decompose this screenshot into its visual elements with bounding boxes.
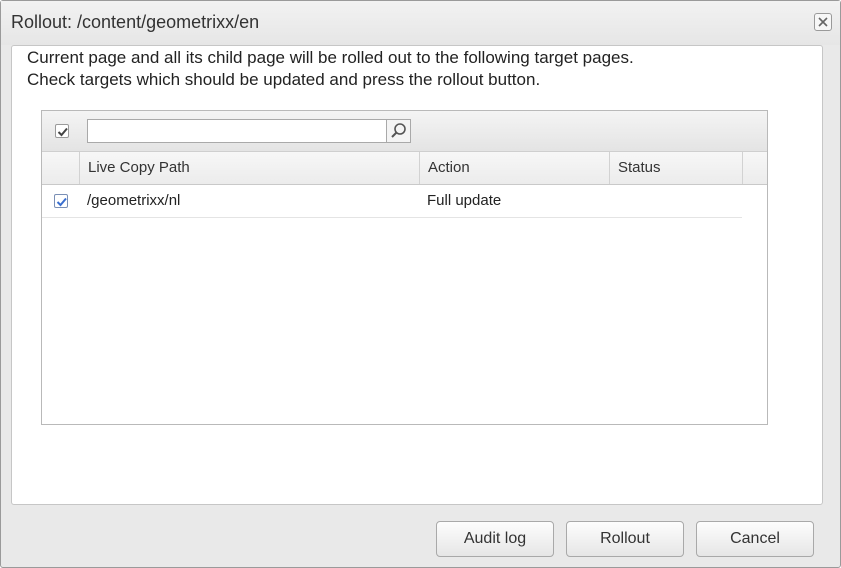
search-icon [391, 123, 406, 138]
table-row[interactable]: /geometrixx/nl Full update [42, 185, 742, 218]
dialog-titlebar[interactable]: Rollout: /content/geometrixx/en [1, 1, 840, 45]
audit-log-button[interactable]: Audit log [436, 521, 554, 557]
action-cell: Full update [427, 192, 502, 209]
column-header-live-copy-path[interactable]: Live Copy Path [79, 152, 419, 184]
search-input[interactable] [87, 119, 387, 143]
dialog-title: Rollout: /content/geometrixx/en [11, 12, 260, 32]
header-scroll-spacer [742, 152, 767, 184]
close-icon [818, 17, 828, 27]
target-pages-grid: Live Copy Path Action Status /geometrixx… [41, 110, 768, 425]
search-button[interactable] [387, 119, 411, 143]
description-line-1: Current page and all its child page will… [27, 48, 634, 67]
checkmark-icon [56, 197, 67, 207]
rollout-dialog: Rollout: /content/geometrixx/en Current … [0, 0, 841, 568]
column-header-status[interactable]: Status [609, 152, 742, 184]
rollout-description: Current page and all its child page will… [27, 47, 797, 91]
cancel-button[interactable]: Cancel [696, 521, 814, 557]
status-cell [609, 185, 742, 217]
header-checkbox-col [42, 152, 79, 184]
column-header-action[interactable]: Action [419, 152, 609, 184]
rollout-button[interactable]: Rollout [566, 521, 684, 557]
row-checkbox[interactable] [54, 194, 68, 208]
live-copy-path-cell: /geometrixx/nl [87, 192, 181, 209]
grid-toolbar [42, 111, 767, 152]
grid-header-row: Live Copy Path Action Status [42, 152, 767, 185]
select-all-checkbox[interactable] [55, 124, 69, 138]
checkmark-icon [57, 127, 68, 137]
description-line-2: Check targets which should be updated an… [27, 70, 541, 89]
close-button[interactable] [814, 13, 832, 31]
